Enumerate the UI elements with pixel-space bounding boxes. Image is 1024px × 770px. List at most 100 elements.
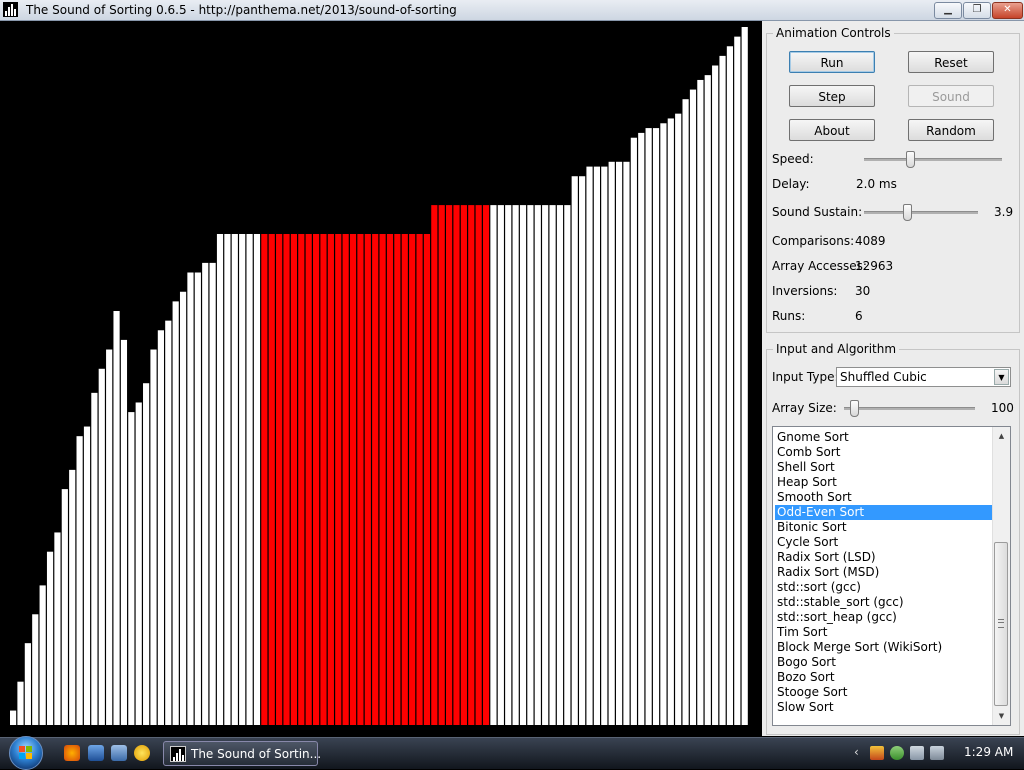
- array-bar: [69, 469, 76, 725]
- sort-visualization-canvas: [2, 21, 760, 731]
- array-bar: [431, 205, 438, 726]
- array-bar: [542, 205, 549, 726]
- sound-button[interactable]: Sound: [908, 85, 994, 107]
- array-bar: [364, 233, 371, 726]
- array-bar: [675, 113, 682, 725]
- array-bar: [401, 233, 408, 726]
- system-tray: ‹ 1:29 AM: [854, 738, 1024, 769]
- array-bar: [283, 233, 290, 726]
- algorithm-list-item[interactable]: std::sort_heap (gcc): [775, 610, 995, 625]
- algorithm-list-item[interactable]: Radix Sort (LSD): [775, 550, 995, 565]
- array-bar: [91, 392, 98, 725]
- taskbar-item-sound-of-sorting[interactable]: The Sound of Sortin...: [163, 741, 321, 766]
- taskbar: The Sound of Sortin... ‹ 1:29 AM: [0, 736, 1024, 770]
- switch-windows-icon[interactable]: [111, 745, 127, 761]
- array-bar: [202, 262, 209, 725]
- maximize-button[interactable]: ❐: [963, 2, 991, 19]
- scroll-up-icon[interactable]: ▲: [995, 429, 1008, 443]
- random-button[interactable]: Random: [908, 119, 994, 141]
- algorithm-list-item[interactable]: Block Merge Sort (WikiSort): [775, 640, 995, 655]
- input-type-select[interactable]: Shuffled Cubic ▼: [836, 367, 1011, 387]
- array-bar: [593, 166, 600, 726]
- array-bar: [645, 128, 652, 726]
- algorithm-list-item[interactable]: Radix Sort (MSD): [775, 565, 995, 580]
- security-shield-icon[interactable]: [870, 746, 884, 760]
- app-icon: [170, 746, 186, 762]
- chevron-down-icon[interactable]: ▼: [994, 369, 1009, 385]
- array-bar: [39, 585, 46, 725]
- array-bar: [394, 233, 401, 726]
- algorithm-list-item[interactable]: Bitonic Sort: [775, 520, 995, 535]
- step-button[interactable]: Step: [789, 85, 875, 107]
- firefox-icon[interactable]: [64, 745, 80, 761]
- algorithm-list-item[interactable]: Cycle Sort: [775, 535, 995, 550]
- algorithm-list-item[interactable]: Tim Sort: [775, 625, 995, 640]
- array-bar: [239, 233, 246, 726]
- algorithm-list-item[interactable]: Smooth Sort: [775, 490, 995, 505]
- algorithm-list[interactable]: Gnome Sort Comb Sort Shell Sort Heap Sort Sm…: [772, 426, 1011, 726]
- array-size-slider-thumb[interactable]: [850, 400, 860, 417]
- algorithm-list-item[interactable]: Stooge Sort: [775, 685, 995, 700]
- array-bar: [276, 233, 283, 726]
- array-bar: [505, 205, 512, 726]
- volume-icon[interactable]: [930, 746, 944, 760]
- scroll-down-icon[interactable]: ▼: [995, 709, 1008, 723]
- array-bar: [549, 205, 556, 726]
- array-bar: [534, 205, 541, 726]
- array-bar: [719, 55, 726, 725]
- close-button[interactable]: ✕: [992, 2, 1023, 19]
- array-size-slider-track[interactable]: [844, 407, 975, 410]
- array-bar: [179, 291, 187, 725]
- reset-button[interactable]: Reset: [908, 51, 994, 73]
- algorithm-list-item[interactable]: Odd-Even Sort: [775, 505, 995, 520]
- network-icon[interactable]: [910, 746, 924, 760]
- sustain-slider-track[interactable]: [864, 211, 978, 214]
- array-bar: [224, 233, 231, 726]
- speed-slider-track[interactable]: [864, 158, 1002, 161]
- algorithm-list-item[interactable]: Bozo Sort: [775, 670, 995, 685]
- array-bar: [120, 339, 128, 725]
- messenger-icon[interactable]: [134, 745, 150, 761]
- algorithm-list-item[interactable]: Heap Sort: [775, 475, 995, 490]
- array-bar: [652, 128, 660, 726]
- scrollbar-thumb[interactable]: [994, 542, 1008, 706]
- array-bar: [409, 233, 416, 726]
- array-bar: [438, 205, 445, 726]
- tray-expand-icon[interactable]: ‹: [854, 745, 859, 759]
- algorithm-list-item[interactable]: Slow Sort: [775, 700, 995, 715]
- algorithm-list-item[interactable]: std::stable_sort (gcc): [775, 595, 995, 610]
- array-bar: [357, 233, 364, 726]
- minimize-button[interactable]: ▁: [934, 2, 962, 19]
- array-bar: [10, 710, 17, 725]
- algorithm-list-item[interactable]: Bogo Sort: [775, 655, 995, 670]
- sustain-slider-thumb[interactable]: [903, 204, 913, 221]
- users-icon[interactable]: [890, 746, 904, 760]
- speed-slider-thumb[interactable]: [905, 151, 915, 168]
- start-button[interactable]: [9, 736, 43, 770]
- array-bar: [320, 233, 327, 726]
- array-bar: [290, 233, 298, 726]
- array-bar: [468, 205, 475, 726]
- runs-value: 6: [855, 309, 863, 323]
- array-bar: [527, 205, 534, 726]
- show-desktop-icon[interactable]: [88, 745, 104, 761]
- algorithm-list-item[interactable]: std::sort (gcc): [775, 580, 995, 595]
- array-bar: [327, 233, 334, 726]
- array-bar: [386, 233, 394, 726]
- array-bar: [734, 36, 741, 725]
- array-bar: [704, 75, 711, 725]
- array-bar: [298, 233, 305, 726]
- delay-label: Delay:: [772, 177, 810, 191]
- array-bar: [615, 161, 623, 726]
- sound-sustain-value: 3.9: [994, 205, 1014, 219]
- algorithm-list-scrollbar[interactable]: ▲ ▼: [992, 427, 1010, 725]
- array-bar: [372, 233, 379, 726]
- run-button[interactable]: Run: [789, 51, 875, 73]
- algorithm-list-item[interactable]: Gnome Sort: [775, 430, 995, 445]
- algorithm-list-item[interactable]: Shell Sort: [775, 460, 995, 475]
- algorithm-list-item[interactable]: Comb Sort: [775, 445, 995, 460]
- array-bar: [608, 161, 615, 726]
- array-bar: [113, 311, 120, 725]
- about-button[interactable]: About: [789, 119, 875, 141]
- comparisons-label: Comparisons:: [772, 234, 855, 248]
